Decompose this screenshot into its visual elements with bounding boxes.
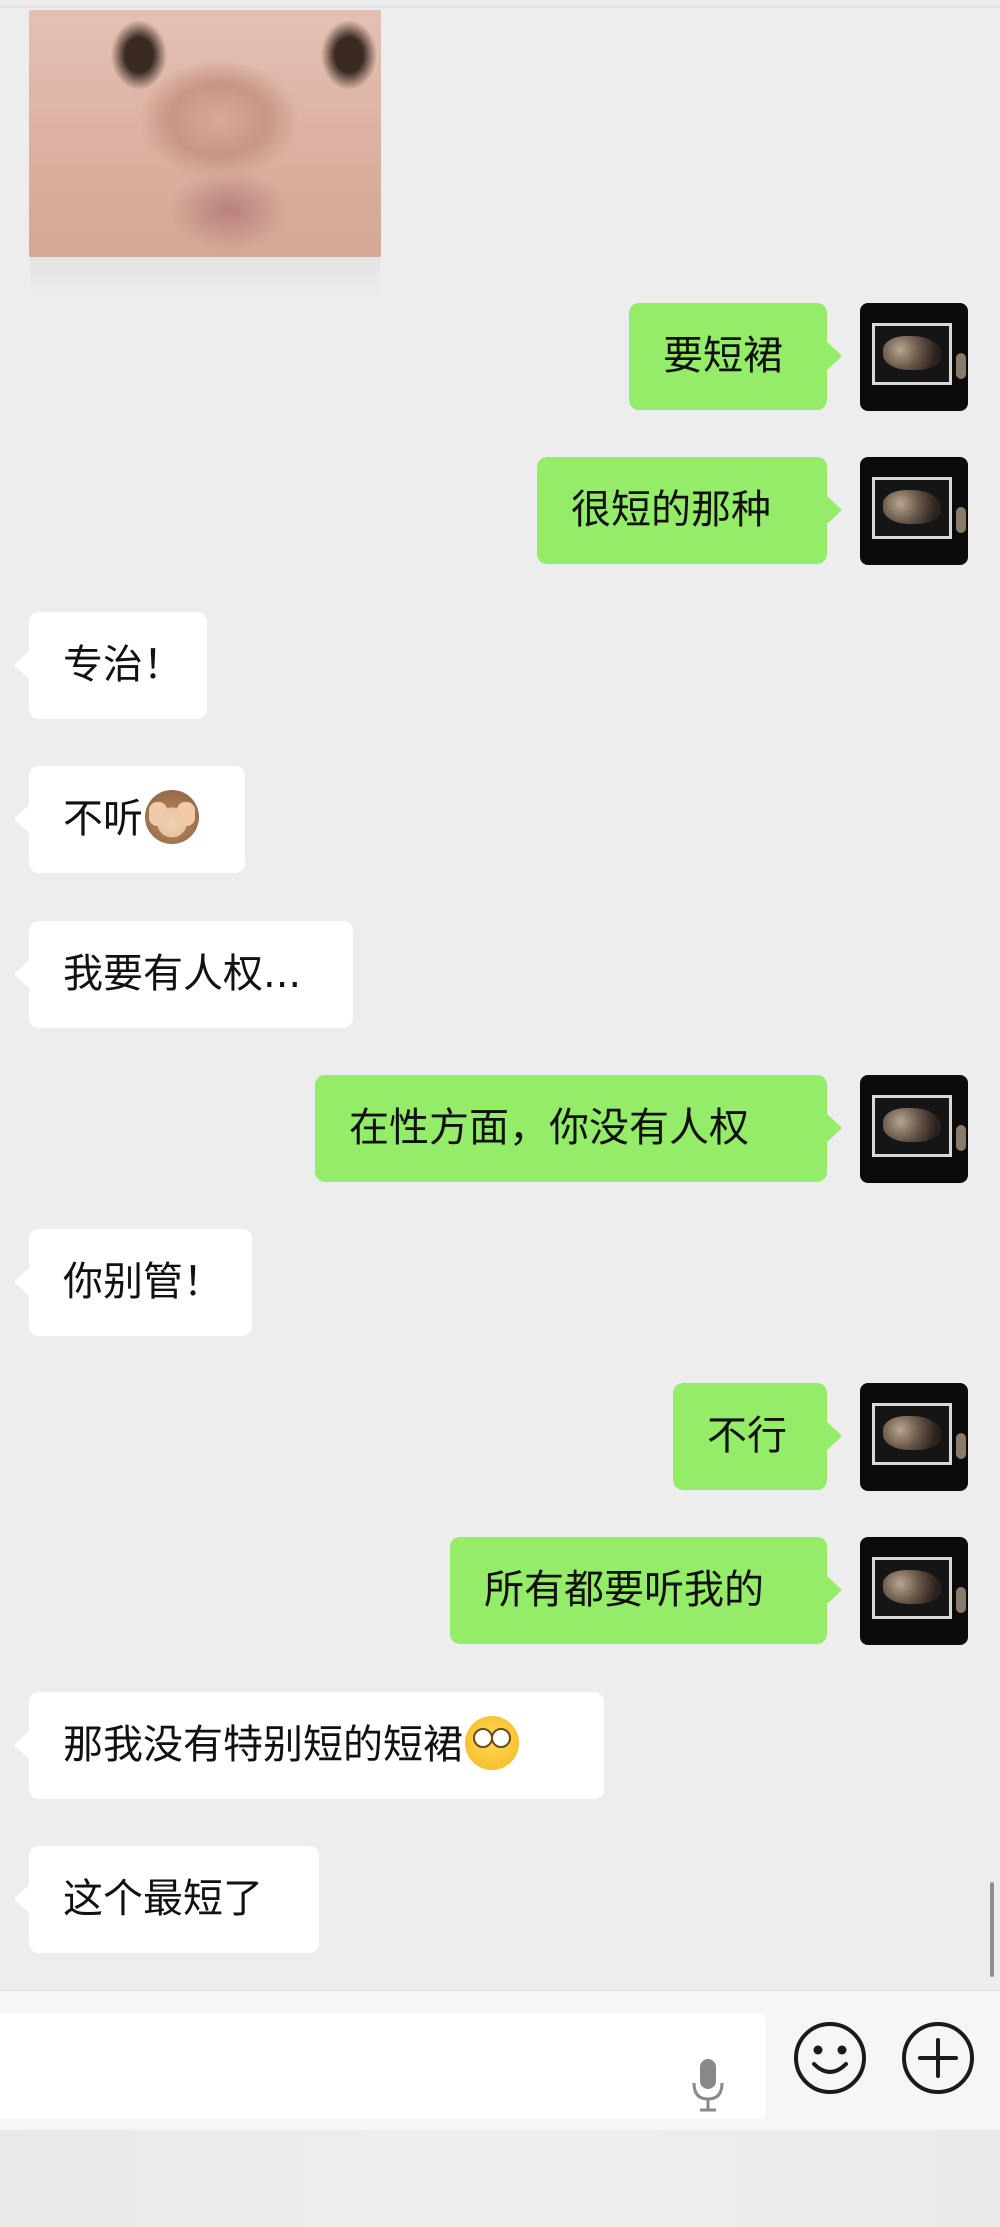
- my-avatar[interactable]: [860, 1075, 968, 1183]
- message-text: 我要有人权...: [63, 951, 302, 997]
- message-bubble-received[interactable]: 专治！: [14, 612, 207, 719]
- microphone-icon[interactable]: [690, 2057, 726, 2113]
- message-text: 所有都要听我的: [484, 1567, 764, 1613]
- message-input[interactable]: [0, 2013, 766, 2119]
- message-bubble-sent[interactable]: 不行: [673, 1383, 842, 1490]
- message-bubble-received[interactable]: 这个最短了: [14, 1846, 319, 1953]
- my-avatar[interactable]: [860, 303, 968, 411]
- my-avatar[interactable]: [860, 1537, 968, 1645]
- sticker-image[interactable]: [29, 10, 381, 257]
- my-avatar[interactable]: [860, 1383, 968, 1491]
- message-text: 这个最短了: [63, 1876, 263, 1922]
- avatar-artwork: [883, 1570, 941, 1604]
- chat-area: 要短裙 很短的那种 专治！ 不听 我要有人权... 在性方面，你没有人权 你别管…: [0, 0, 1000, 1990]
- message-bubble-received[interactable]: 不听: [14, 766, 245, 873]
- message-text: 在性方面，你没有人权: [349, 1105, 749, 1151]
- avatar-frame: [872, 1095, 952, 1157]
- avatar-figure: [956, 1433, 966, 1459]
- my-avatar[interactable]: [860, 457, 968, 565]
- message-bubble-sent[interactable]: 所有都要听我的: [450, 1537, 842, 1644]
- sticker-shadow: [30, 257, 380, 297]
- message-bubble-received[interactable]: 你别管！: [14, 1229, 252, 1336]
- avatar-frame: [872, 1557, 952, 1619]
- input-bar: [0, 1990, 1000, 2130]
- plus-circle-icon[interactable]: [898, 2018, 978, 2098]
- avatar-frame: [872, 323, 952, 385]
- top-divider: [0, 6, 1000, 8]
- hear-no-evil-monkey-icon: [145, 790, 199, 844]
- avatar-figure: [956, 1125, 966, 1151]
- bottom-panel: [0, 2130, 1000, 2227]
- avatar-figure: [956, 1587, 966, 1613]
- avatar-figure: [956, 353, 966, 379]
- message-text: 那我没有特别短的短裙: [63, 1722, 463, 1768]
- message-bubble-sent[interactable]: 在性方面，你没有人权: [315, 1075, 842, 1182]
- message-bubble-received[interactable]: 我要有人权...: [14, 921, 353, 1028]
- message-bubble-sent[interactable]: 很短的那种: [537, 457, 842, 564]
- avatar-artwork: [883, 336, 941, 370]
- message-text: 你别管！: [63, 1259, 223, 1305]
- face-with-rolling-eyes-icon: [465, 1716, 519, 1770]
- message-bubble-received[interactable]: 那我没有特别短的短裙: [14, 1692, 604, 1799]
- avatar-figure: [956, 507, 966, 533]
- message-text: 要短裙: [663, 333, 783, 379]
- avatar-artwork: [883, 490, 941, 524]
- avatar-artwork: [883, 1416, 941, 1450]
- message-text: 专治！: [63, 642, 183, 688]
- message-text: 不听: [63, 796, 143, 842]
- message-text: 很短的那种: [571, 487, 771, 533]
- scrollbar[interactable]: [990, 1882, 994, 1977]
- avatar-artwork: [883, 1108, 941, 1142]
- avatar-frame: [872, 1403, 952, 1465]
- message-text: 不行: [707, 1413, 787, 1459]
- message-bubble-sent[interactable]: 要短裙: [629, 303, 842, 410]
- avatar-frame: [872, 477, 952, 539]
- smiley-face-icon[interactable]: [790, 2018, 870, 2098]
